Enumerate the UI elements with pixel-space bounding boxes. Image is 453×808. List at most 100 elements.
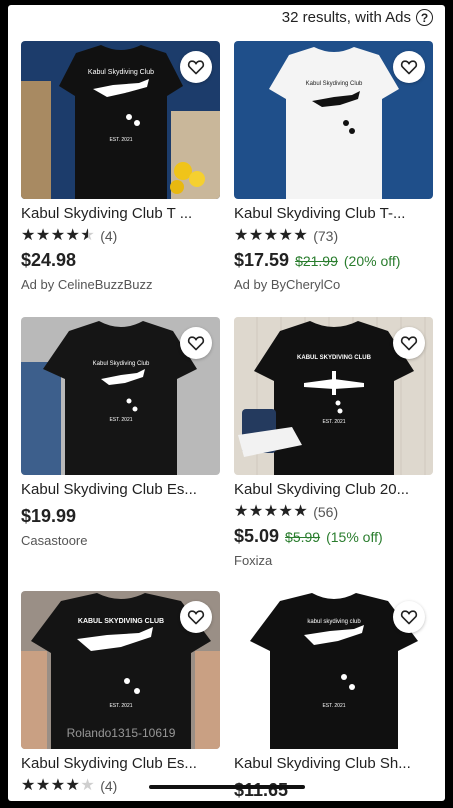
shirt-print-text: Kabul Skydiving Club — [88, 69, 154, 76]
star-icon: ★★ — [234, 227, 249, 244]
listing-title[interactable]: Kabul Skydiving Club 20... — [234, 480, 433, 500]
star-icon: ★★ — [65, 227, 81, 244]
star-icon: ★★ — [248, 503, 264, 520]
shirt-print-est: EST. 2021 — [109, 417, 132, 423]
star-icon: ★★ — [293, 503, 309, 520]
rating-row: ★ ★ ★ ★ ★ ★ ★ ★ ★ ★ (73) — [234, 228, 433, 245]
star-fill: ★ — [248, 504, 264, 520]
star-icon: ★★ — [80, 227, 96, 244]
listing-title[interactable]: Kabul Skydiving Club Es... — [21, 480, 220, 500]
star-icon: ★★ — [65, 777, 81, 794]
price-row: $11.65 — [234, 780, 433, 801]
shirt-print-text: kabul skydiving club — [307, 619, 361, 625]
discount-label: (15% off) — [326, 529, 383, 545]
shirt-print-est: EST. 2021 — [109, 703, 132, 709]
listing-card[interactable]: kabul skydiving club EST. 2021 Kabul Sky… — [234, 591, 433, 801]
star-fill: ★ — [278, 504, 294, 520]
favorite-heart-icon[interactable] — [393, 601, 425, 633]
listing-image[interactable]: KABUL SKYDIVING CLUB EST. 2021 — [234, 317, 433, 475]
star-icon: ★★ — [234, 503, 249, 520]
results-summary: 32 results, with Ads ? — [282, 9, 433, 26]
star-icon: ★★ — [80, 777, 96, 794]
listing-title[interactable]: Kabul Skydiving Club Es... — [21, 754, 220, 774]
star-fill: ★ — [21, 778, 36, 794]
star-fill: ★ — [293, 504, 309, 520]
price: $19.99 — [21, 506, 77, 526]
listing-card[interactable]: Kabul Skydiving Club EST. 2021 Kabul Sky… — [21, 41, 220, 292]
image-watermark: Rolando1315-10619 — [67, 726, 176, 740]
star-fill: ★ — [21, 228, 36, 244]
star-rating-icon: ★★★★★★★★★★ — [234, 504, 308, 520]
star-rating-icon: ★★★★★★★★★★ — [21, 228, 95, 244]
star-fill: ★ — [80, 228, 87, 244]
results-count-text: 32 results, with Ads — [281, 9, 411, 26]
price-row: $24.98 — [21, 250, 220, 272]
star-icon: ★★ — [50, 227, 66, 244]
price: $5.09 — [234, 526, 280, 546]
star-fill: ★ — [65, 228, 81, 244]
star-fill: ★ — [278, 228, 294, 244]
listing-image[interactable]: Kabul Skydiving Club EST. 2021 — [21, 41, 220, 199]
star-fill: ★ — [35, 228, 51, 244]
star-icon: ★★ — [21, 227, 36, 244]
review-count: (56) — [313, 504, 339, 520]
star-fill: ★ — [263, 504, 279, 520]
star-fill: ★ — [234, 504, 249, 520]
star-icon: ★★ — [35, 227, 51, 244]
star-icon: ★★ — [263, 503, 279, 520]
star-icon: ★★ — [35, 777, 51, 794]
star-icon: ★★ — [21, 777, 36, 794]
listing-card[interactable]: KABUL SKYDIVING CLUB EST. 2021 Kabul Sky… — [234, 317, 433, 568]
star-fill: ★ — [293, 228, 309, 244]
home-indicator[interactable] — [149, 785, 305, 789]
listing-title[interactable]: Kabul Skydiving Club T ... — [21, 204, 220, 224]
star-fill: ★ — [35, 778, 51, 794]
listing-image[interactable]: kabul skydiving club EST. 2021 — [234, 591, 433, 749]
favorite-heart-icon[interactable] — [180, 51, 212, 83]
price: $17.59 — [234, 250, 290, 270]
listing-image[interactable]: Kabul Skydiving Club EST. 2021 — [21, 317, 220, 475]
rating-row: ★ ★ ★ ★ ★ ★ ★ ★ ★ ★ (56) — [234, 504, 433, 521]
listing-title[interactable]: Kabul Skydiving Club Sh... — [234, 754, 433, 774]
star-icon: ★★ — [278, 227, 294, 244]
star-icon: ★★ — [248, 227, 264, 244]
listing-title[interactable]: Kabul Skydiving Club T-... — [234, 204, 433, 224]
star-fill: ★ — [50, 228, 66, 244]
favorite-heart-icon[interactable] — [393, 327, 425, 359]
star-rating-icon: ★★★★★★★★★★ — [21, 778, 95, 794]
original-price: $5.99 — [285, 529, 321, 545]
shirt-print-text: KABUL SKYDIVING CLUB — [78, 618, 164, 625]
star-fill: ★ — [65, 778, 81, 794]
review-count: (4) — [100, 228, 118, 244]
seller-name[interactable]: Ad by CelineBuzzBuzz — [21, 277, 220, 292]
listing-card[interactable]: Kabul Skydiving Club EST. 2021 Kabul Sky… — [21, 317, 220, 548]
phone-screen: 32 results, with Ads ? Kabul Skydiving C… — [8, 5, 445, 801]
price: $11.65 — [234, 780, 289, 800]
listing-image[interactable]: Kabul Skydiving Club — [234, 41, 433, 199]
seller-name[interactable]: Casastoore — [21, 533, 220, 548]
listing-image[interactable]: KABUL SKYDIVING CLUB EST. 2021 Rolando13… — [21, 591, 220, 749]
price: $24.98 — [21, 250, 77, 270]
seller-name[interactable]: Foxiza — [234, 553, 433, 568]
help-icon[interactable]: ? — [416, 9, 433, 26]
seller-name[interactable]: Ad by ByCherylCo — [234, 277, 433, 292]
star-rating-icon: ★★★★★★★★★★ — [234, 228, 308, 244]
listing-card[interactable]: KABUL SKYDIVING CLUB EST. 2021 Rolando13… — [21, 591, 220, 794]
original-price: $21.99 — [295, 253, 338, 269]
shirt-print-text: KABUL SKYDIVING CLUB — [297, 355, 372, 361]
rating-row: ★★★★★★★★★★ (4) — [21, 228, 220, 245]
favorite-heart-icon[interactable] — [180, 327, 212, 359]
star-fill: ★ — [263, 228, 279, 244]
shirt-print-text: Kabul Skydiving Club — [306, 81, 363, 87]
discount-label: (20% off) — [343, 253, 401, 269]
price-row: $17.59 $21.99 (20% off) — [234, 250, 433, 272]
star-icon: ★★ — [293, 227, 309, 244]
shirt-print-text: Kabul Skydiving Club — [93, 361, 150, 367]
star-icon: ★★ — [278, 503, 294, 520]
listing-card[interactable]: Kabul Skydiving Club Kabul Skydiving Clu… — [234, 41, 433, 292]
price-row: $5.09 $5.99 (15% off) — [234, 526, 433, 548]
favorite-heart-icon[interactable] — [180, 601, 212, 633]
star-fill: ★ — [248, 228, 264, 244]
review-count: (4) — [100, 778, 118, 794]
favorite-heart-icon[interactable] — [393, 51, 425, 83]
